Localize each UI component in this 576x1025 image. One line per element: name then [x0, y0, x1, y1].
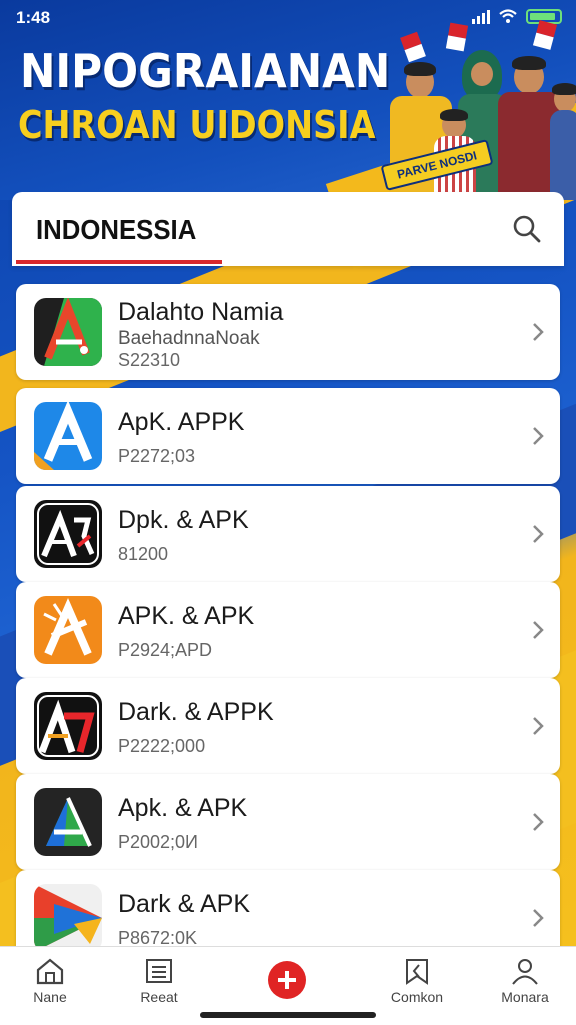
app-title: Dark. & APPK [118, 698, 274, 726]
list-icon [146, 959, 172, 983]
app-icon [34, 596, 102, 664]
app-meta: P2222;000 [118, 736, 206, 756]
nav-recent[interactable]: Reeat [114, 957, 204, 1005]
app-icon [34, 692, 102, 760]
app-title: Dalahto Namia [118, 298, 284, 326]
app-title: APK. & APK [118, 602, 255, 630]
app-icon [34, 788, 102, 856]
nav-comments[interactable]: Comkon [372, 957, 462, 1005]
list-item[interactable]: ApK. APPK P2272;03 [16, 388, 560, 484]
status-time: 1:48 [16, 8, 51, 27]
app-title: Dark & APK [118, 890, 250, 918]
nav-profile[interactable]: Monara [480, 957, 570, 1005]
home-indicator [200, 1012, 376, 1018]
chevron-right-icon [533, 323, 544, 341]
add-button[interactable] [268, 961, 306, 999]
tab-indonesia[interactable]: INDONESSIA [36, 214, 196, 246]
banner-subtitle: CHROAN UIDONSIA [18, 103, 376, 147]
search-bar[interactable]: INDONESSIA [12, 192, 564, 266]
chevron-right-icon [533, 717, 544, 735]
app-title: ApK. APPK [118, 408, 245, 436]
nav-recent-label: Reeat [140, 989, 178, 1005]
app-meta: P2272;03 [118, 446, 196, 466]
profile-icon [512, 959, 538, 985]
app-icon [34, 500, 102, 568]
flag-icon [400, 31, 426, 63]
chevron-right-icon [533, 909, 544, 927]
tab-active-indicator [16, 260, 222, 264]
app-title: Dpk. & APK [118, 506, 249, 534]
app-meta: S22310 [118, 350, 181, 370]
plus-icon [278, 971, 296, 989]
chevron-right-icon [533, 813, 544, 831]
app-icon [34, 884, 102, 952]
banner-title: NIPOGRAIANAN [20, 44, 391, 98]
chevron-right-icon [533, 525, 544, 543]
app-icon [34, 298, 102, 366]
app-meta: P2002;0И [118, 832, 198, 852]
list-item[interactable]: APK. & APK P2924;APD [16, 582, 560, 678]
chevron-right-icon [533, 621, 544, 639]
nav-profile-label: Monara [501, 989, 549, 1005]
nav-home[interactable]: Nane [5, 957, 95, 1005]
list-item[interactable]: Apk. & APK P2002;0И [16, 774, 560, 870]
chevron-right-icon [533, 427, 544, 445]
app-icon [34, 402, 102, 470]
app-subtitle: BaehadnnaNoak [118, 328, 260, 349]
home-icon [36, 958, 64, 985]
search-icon[interactable] [512, 214, 542, 244]
app-title: Apk. & APK [118, 794, 248, 822]
flag-icon [445, 22, 469, 52]
list-item[interactable]: Dark. & APPK P2222;000 [16, 678, 560, 774]
bookmark-icon [406, 959, 428, 985]
app-meta: 81200 [118, 544, 169, 564]
app-meta: P2924;APD [118, 640, 213, 660]
list-item[interactable]: Dalahto Namia BaehadnnaNoak S22310 [16, 284, 560, 380]
nav-comments-label: Comkon [390, 989, 444, 1005]
flag-icon [532, 20, 558, 50]
nav-home-label: Nane [33, 989, 67, 1005]
list-item[interactable]: Dpk. & APK 81200 [16, 486, 560, 582]
